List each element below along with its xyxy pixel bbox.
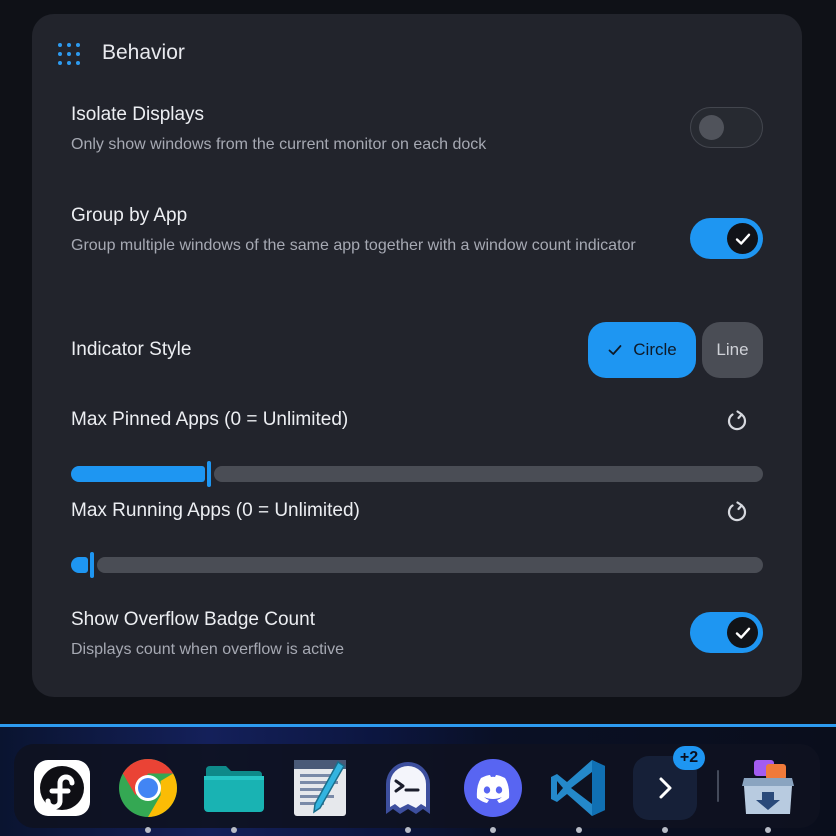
option-label-line: Line [716,340,749,359]
dock-item-text-editor[interactable] [288,756,352,820]
max-pinned-label: Max Pinned Apps (0 = Unlimited) [71,409,349,430]
slider-fill [71,557,88,573]
reset-icon[interactable] [725,499,749,523]
overflow-badge-toggle[interactable] [690,612,763,653]
overflow-count-badge: +2 [673,746,705,770]
indicator-style-row: Indicator Style Circle Line [71,322,763,378]
slider-rail [97,557,763,573]
group-by-app-row: Group by App Group multiple windows of t… [71,205,763,285]
overflow-badge-row: Show Overflow Badge Count Displays count… [71,609,763,669]
dock-item-software-store[interactable] [736,756,800,833]
overflow-badge-description: Displays count when overflow is active [71,641,345,658]
toggle-knob [699,115,724,140]
group-by-app-toggle[interactable] [690,218,763,259]
running-indicator-dot [765,827,771,833]
isolate-displays-description: Only show windows from the current monit… [71,136,487,153]
behavior-settings-card: Behavior Isolate Displays Only show wind… [32,14,802,697]
running-indicator-dot [662,827,668,833]
running-indicator-dot [490,827,496,833]
group-by-app-description: Group multiple windows of the same app t… [71,237,636,254]
toggle-knob [727,617,758,648]
option-label-circle: Circle [633,340,677,359]
check-icon [607,342,623,358]
grid-dots-icon [58,43,80,65]
dock-item-chrome[interactable] [116,756,180,833]
indicator-option-line[interactable]: Line [702,322,763,378]
check-icon [735,233,750,245]
group-by-app-label: Group by App [71,205,188,226]
text-editor-icon [294,760,346,816]
dock-item-files[interactable] [202,756,266,833]
software-store-icon [742,760,794,814]
indicator-option-circle[interactable]: Circle [588,322,696,378]
slider-handle[interactable] [90,552,94,578]
max-running-row: Max Running Apps (0 = Unlimited) [71,499,763,578]
fedora-icon [34,760,90,816]
running-indicator-dot [576,827,582,833]
ghost-terminal-icon [386,762,430,814]
max-pinned-slider[interactable] [71,461,763,487]
dock-item-discord[interactable] [461,756,525,833]
dock-overflow-button[interactable]: +2 [633,746,705,833]
max-pinned-row: Max Pinned Apps (0 = Unlimited) [71,408,763,487]
running-indicator-dot [231,827,237,833]
overflow-badge-label: Show Overflow Badge Count [71,609,315,630]
vscode-icon [551,760,605,816]
running-indicator-dot [145,827,151,833]
card-header: Behavior [58,40,185,65]
reset-icon[interactable] [725,408,749,432]
max-running-slider[interactable] [71,552,763,578]
slider-handle[interactable] [207,461,211,487]
discord-icon [464,759,522,817]
dock-separator [717,770,719,802]
isolate-displays-toggle[interactable] [690,107,763,148]
running-indicator-dot [405,827,411,833]
isolate-displays-row: Isolate Displays Only show windows from … [71,104,763,164]
indicator-style-segmented: Circle Line [588,322,763,378]
check-icon [735,627,750,639]
section-title: Behavior [102,40,185,64]
slider-fill [71,466,205,482]
dock: +2 [14,744,820,833]
dock-item-fedora[interactable] [30,756,94,820]
toggle-knob [727,223,758,254]
dock-item-vscode[interactable] [547,756,611,833]
slider-rail [214,466,763,482]
isolate-displays-label: Isolate Displays [71,104,205,125]
dock-item-ghost-terminal[interactable] [376,756,440,833]
chrome-icon [119,759,177,817]
files-icon [204,766,264,812]
max-running-label: Max Running Apps (0 = Unlimited) [71,500,360,521]
